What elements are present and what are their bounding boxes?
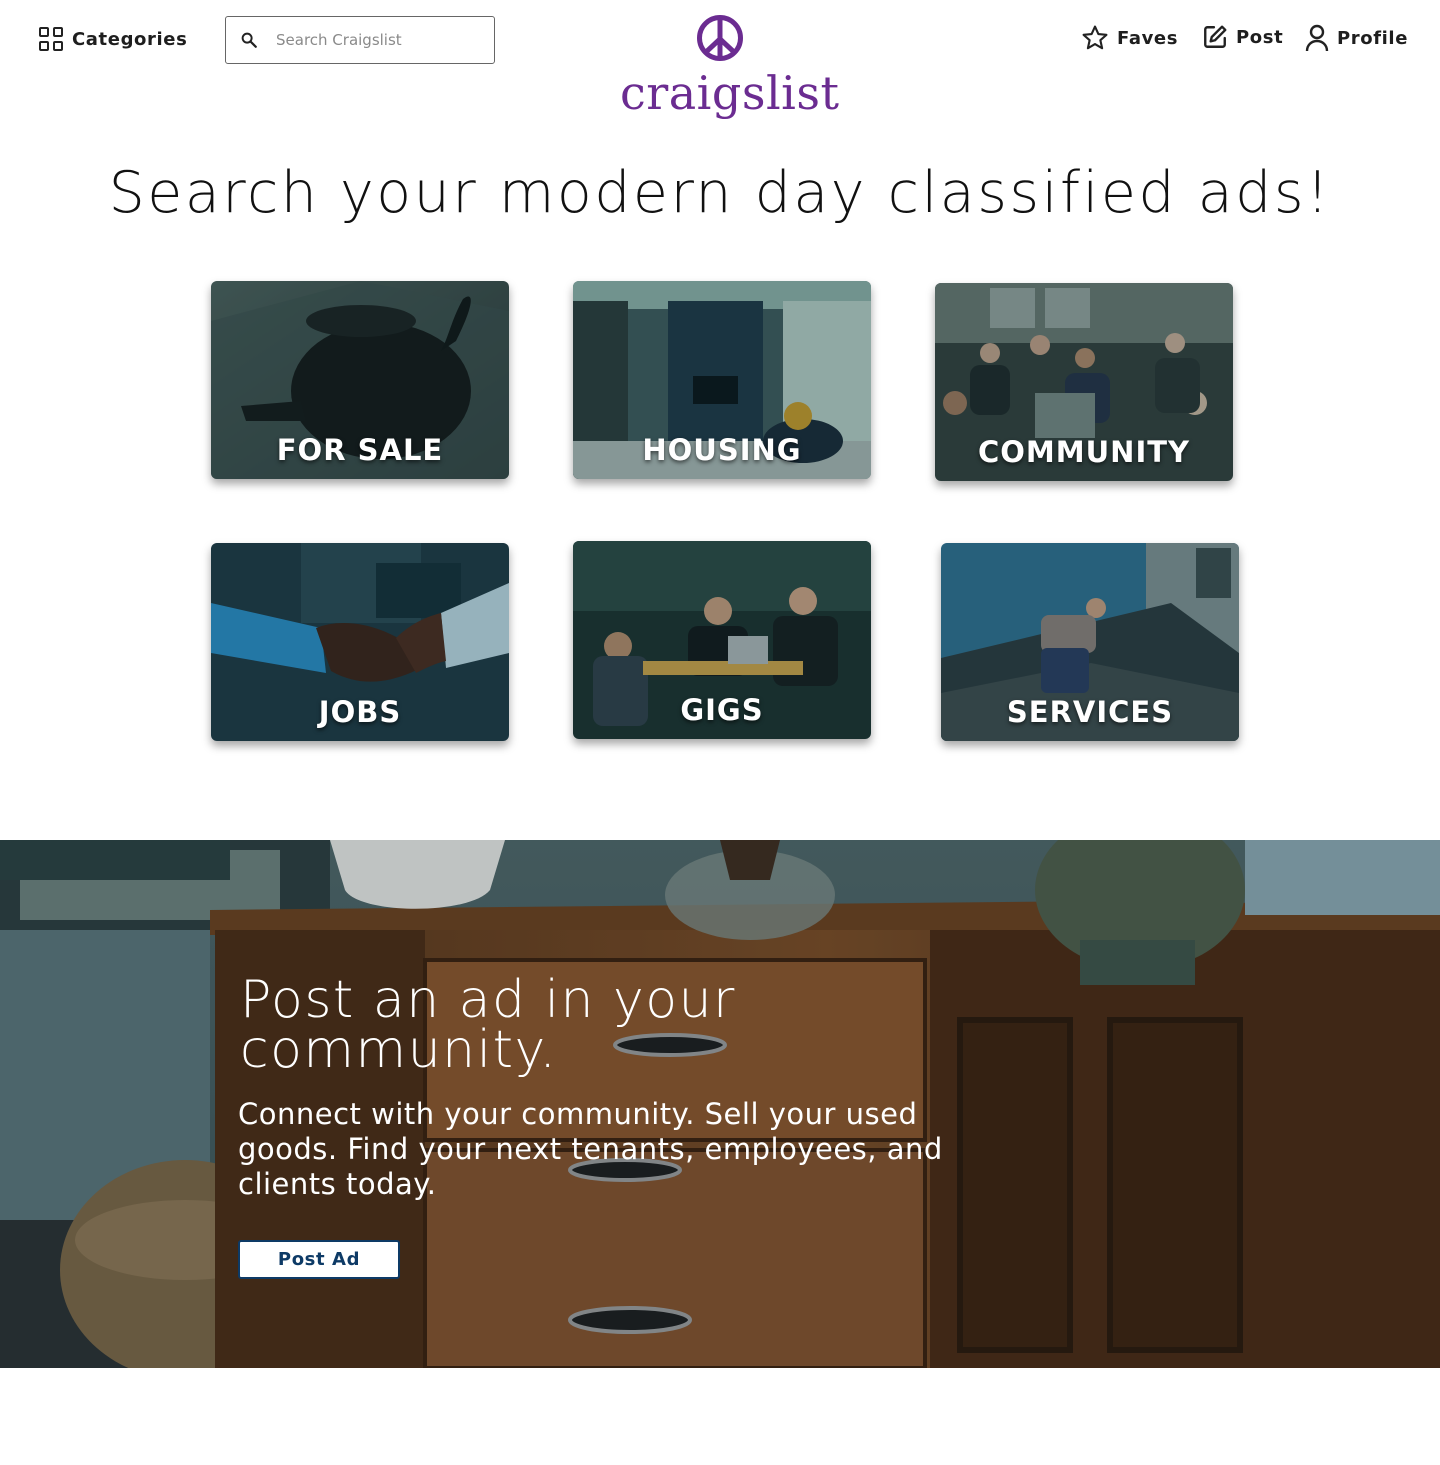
search-input[interactable]: [274, 30, 474, 50]
post-ad-banner: Post an ad in your community. Connect wi…: [0, 840, 1440, 1368]
faves-nav-button[interactable]: Faves: [1081, 24, 1178, 52]
faves-label: Faves: [1117, 27, 1179, 49]
post-nav-button[interactable]: Post: [1202, 24, 1283, 50]
category-label: HOUSING: [642, 433, 802, 467]
post-label: Post: [1236, 26, 1284, 48]
promo-description: Connect with your community. Sell your u…: [238, 1097, 943, 1201]
post-ad-button[interactable]: Post Ad: [238, 1240, 400, 1279]
user-icon: [1305, 24, 1329, 52]
categories-nav-button[interactable]: Categories: [39, 27, 187, 51]
category-card-jobs[interactable]: JOBS: [211, 543, 509, 741]
site-header: Categories craigslist Faves Post: [0, 0, 1440, 140]
craigslist-logo[interactable]: craigslist: [620, 14, 840, 120]
category-label: FOR SALE: [276, 433, 444, 467]
logo-text: craigslist: [620, 66, 840, 120]
edit-icon: [1204, 25, 1227, 48]
search-icon: [241, 32, 257, 48]
search-bar[interactable]: [225, 16, 495, 64]
category-card-community[interactable]: COMMUNITY: [935, 283, 1233, 481]
grid-icon: [39, 27, 63, 51]
profile-nav-button[interactable]: Profile: [1305, 24, 1408, 52]
category-card-housing[interactable]: HOUSING: [573, 281, 871, 479]
category-label: GIGS: [680, 693, 764, 727]
category-card-for-sale[interactable]: FOR SALE: [211, 281, 509, 479]
peace-icon: [697, 15, 743, 61]
star-icon: [1082, 25, 1108, 50]
category-label: JOBS: [318, 695, 402, 729]
page-headline: Search your modern day classified ads!: [108, 160, 1332, 226]
profile-label: Profile: [1337, 27, 1409, 49]
categories-label: Categories: [72, 28, 188, 50]
category-card-gigs[interactable]: GIGS: [573, 541, 871, 739]
category-label: SERVICES: [1006, 695, 1174, 729]
category-label: COMMUNITY: [977, 435, 1191, 469]
category-card-services[interactable]: SERVICES: [941, 543, 1239, 741]
promo-title: Post an ad in your community.: [240, 970, 736, 1080]
